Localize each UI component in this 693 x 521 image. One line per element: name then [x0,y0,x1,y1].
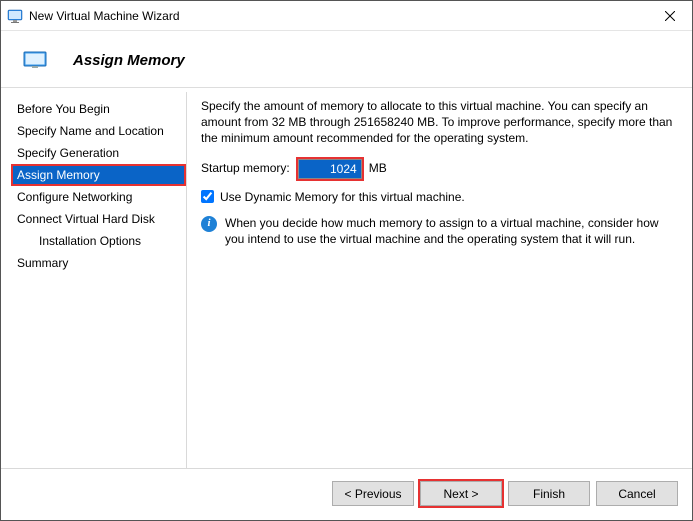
info-icon: i [201,216,217,232]
step-specify-name-location[interactable]: Specify Name and Location [11,120,186,142]
step-installation-options[interactable]: Installation Options [11,230,186,252]
wizard-body: Before You Begin Specify Name and Locati… [1,87,692,468]
step-assign-memory[interactable]: Assign Memory [11,164,186,186]
wizard-steps-sidebar: Before You Begin Specify Name and Locati… [11,92,187,468]
step-connect-vhd[interactable]: Connect Virtual Hard Disk [11,208,186,230]
info-text: When you decide how much memory to assig… [225,215,678,247]
description-text: Specify the amount of memory to allocate… [201,98,678,147]
wizard-window: New Virtual Machine Wizard Assign Memory… [0,0,693,521]
memory-input-highlight [296,157,364,181]
dynamic-memory-checkbox[interactable] [201,190,214,203]
startup-memory-row: Startup memory: MB [201,157,678,181]
wizard-footer: < Previous Next > Finish Cancel [1,468,692,520]
close-button[interactable] [647,1,692,30]
memory-unit: MB [369,160,387,176]
step-configure-networking[interactable]: Configure Networking [11,186,186,208]
wizard-content: Specify the amount of memory to allocate… [187,92,682,468]
window-title: New Virtual Machine Wizard [29,9,647,23]
dynamic-memory-row: Use Dynamic Memory for this virtual mach… [201,189,678,205]
app-icon [7,8,23,24]
info-row: i When you decide how much memory to ass… [201,215,678,247]
step-before-you-begin[interactable]: Before You Begin [11,98,186,120]
finish-button[interactable]: Finish [508,481,590,506]
previous-button[interactable]: < Previous [332,481,414,506]
header-icon [23,51,47,69]
dynamic-memory-label: Use Dynamic Memory for this virtual mach… [220,189,465,205]
step-specify-generation[interactable]: Specify Generation [11,142,186,164]
startup-memory-input[interactable] [298,159,362,179]
page-title: Assign Memory [73,52,185,69]
step-summary[interactable]: Summary [11,252,186,274]
titlebar: New Virtual Machine Wizard [1,1,692,31]
wizard-header: Assign Memory [1,31,692,87]
cancel-button[interactable]: Cancel [596,481,678,506]
startup-memory-label: Startup memory: [201,160,290,176]
next-button[interactable]: Next > [420,481,502,506]
